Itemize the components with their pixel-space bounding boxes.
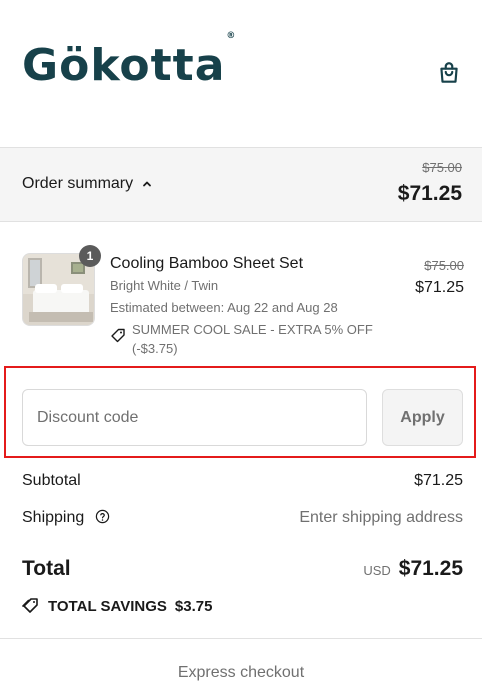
delivery-estimate: Estimated between: Aug 22 and Aug 28	[110, 300, 338, 315]
savings-value: $3.75	[174, 597, 213, 615]
savings-label: TOTAL SAVINGS	[48, 597, 167, 615]
currency-code: USD	[363, 563, 391, 578]
product-info: Cooling Bamboo Sheet Set Bright White / …	[110, 253, 400, 358]
subtotal-row: Subtotal $71.25	[22, 472, 463, 490]
total-amount: $71.25	[398, 557, 463, 580]
product-discount: SUMMER COOL SALE - EXTRA 5% OFF (-$3.75)	[110, 320, 400, 358]
order-summary-label: Order summary	[22, 175, 134, 192]
subtotal-label: Subtotal	[22, 472, 81, 489]
divider	[0, 638, 482, 639]
product-name: Cooling Bamboo Sheet Set	[110, 255, 304, 272]
summary-total: $71.25	[397, 182, 462, 205]
shopping-bag-icon[interactable]	[436, 60, 462, 86]
quantity-badge: 1	[79, 245, 101, 267]
shipping-value: Enter shipping address	[299, 509, 463, 526]
total-amount-group: USD $71.25	[363, 557, 463, 581]
total-row: Total USD $71.25	[22, 557, 463, 581]
logo[interactable]: Gökotta®	[22, 32, 236, 88]
product-original-price: $75.00	[424, 258, 464, 273]
discount-code-input[interactable]	[22, 389, 367, 446]
header: Gökotta®	[0, 0, 482, 147]
discount-name: SUMMER COOL SALE - EXTRA 5% OFF	[132, 322, 373, 337]
total-label: Total	[22, 557, 71, 580]
shipping-row: Shipping Enter shipping address	[22, 509, 463, 527]
chevron-up-icon	[143, 181, 152, 187]
total-savings: TOTAL SAVINGS $3.75	[22, 597, 212, 615]
subtotal-value: $71.25	[414, 472, 463, 489]
discount-tags-icon	[22, 598, 38, 613]
help-icon[interactable]	[95, 509, 110, 524]
product-price: $71.25	[415, 279, 464, 296]
express-checkout-heading: Express checkout	[177, 664, 305, 681]
shipping-label-group: Shipping	[22, 509, 110, 527]
summary-original-total: $75.00	[422, 160, 462, 175]
product-variant: Bright White / Twin	[110, 278, 219, 293]
discount-amount: (-$3.75)	[132, 341, 178, 356]
tag-icon	[111, 328, 125, 343]
apply-discount-button[interactable]: Apply	[382, 389, 463, 446]
shipping-label: Shipping	[22, 509, 85, 526]
order-summary-bar[interactable]: Order summary $75.00 $71.25	[0, 147, 482, 222]
order-summary-toggle[interactable]: Order summary	[22, 175, 153, 193]
